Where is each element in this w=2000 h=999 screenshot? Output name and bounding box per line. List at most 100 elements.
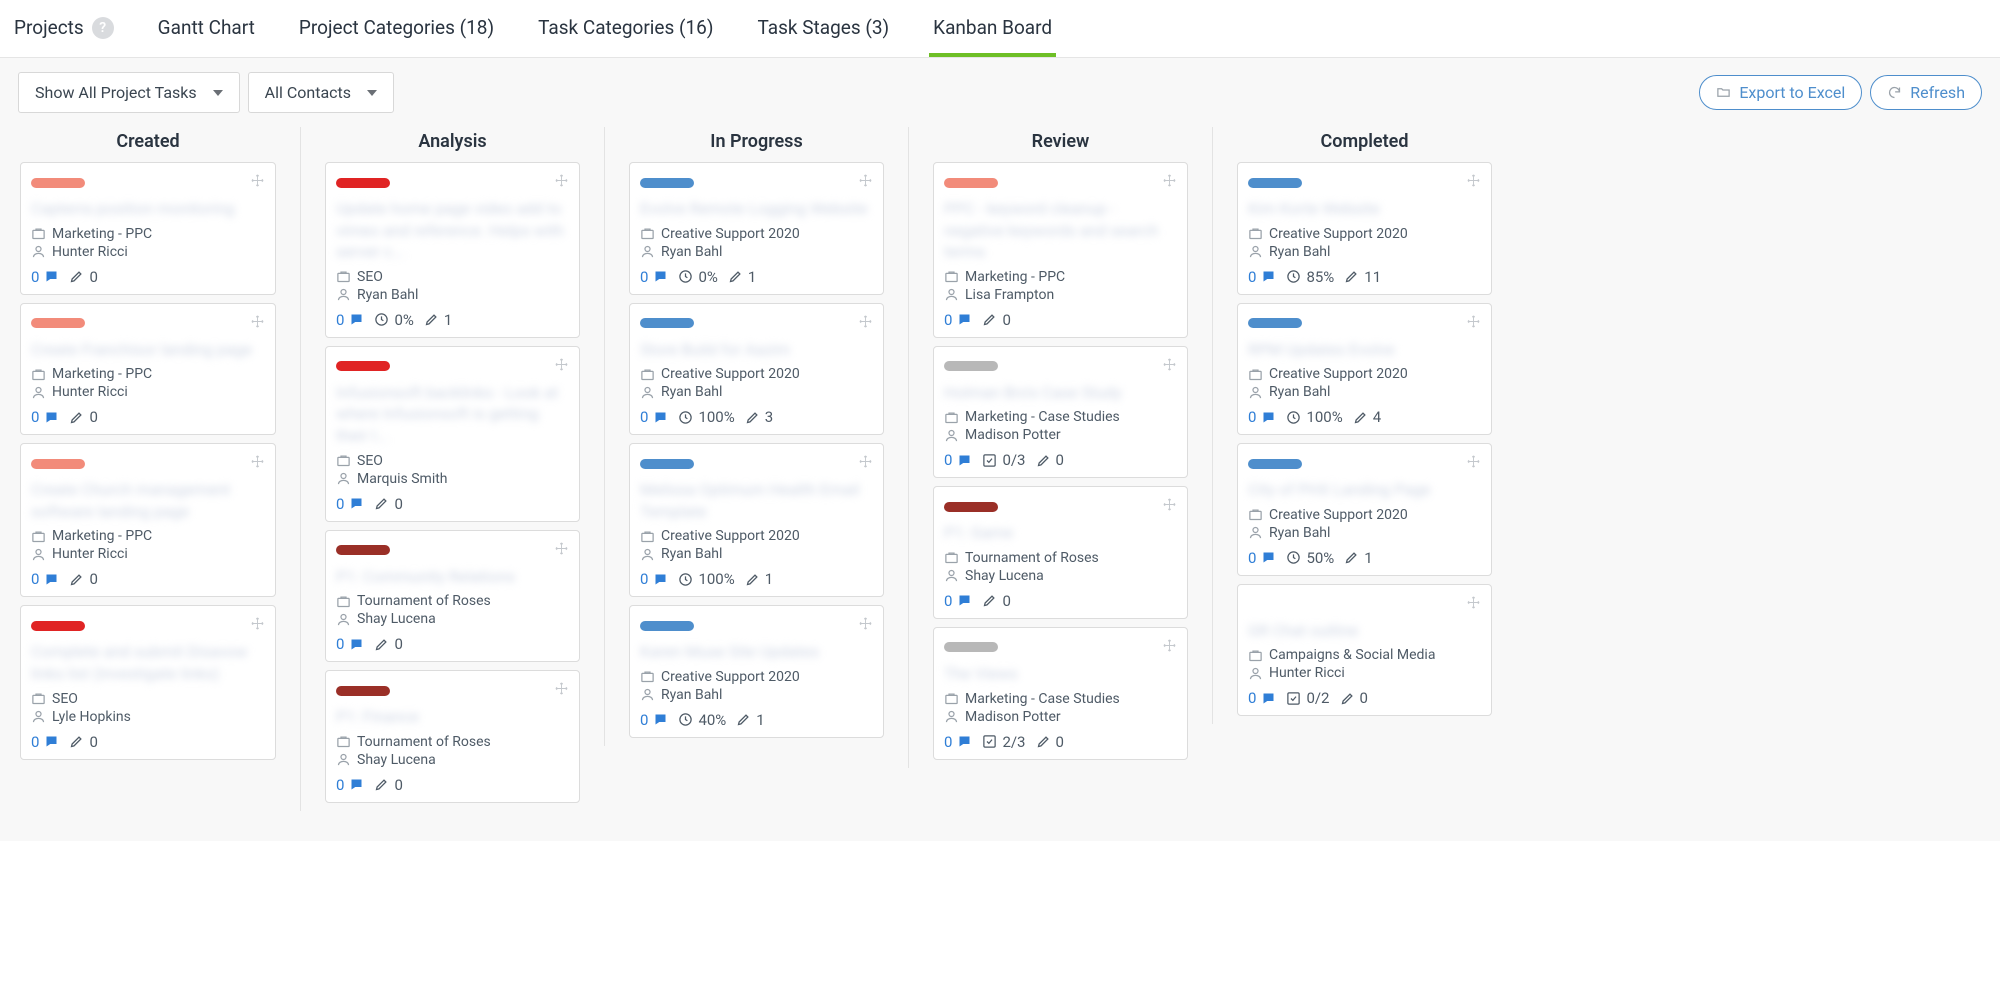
kanban-card[interactable]: Karen Muse Site UpdatesCreative Support … xyxy=(629,605,884,738)
comments-stat[interactable]: 0 xyxy=(1248,268,1276,286)
card-project: Marketing - PPC xyxy=(944,269,1177,285)
move-icon[interactable] xyxy=(1466,454,1481,473)
card-assignee: Ryan Bahl xyxy=(640,687,873,703)
move-icon[interactable] xyxy=(858,173,873,192)
tab-projects[interactable]: Projects ? xyxy=(10,0,118,57)
comments-stat[interactable]: 0 xyxy=(1248,689,1276,707)
comments-stat[interactable]: 0 xyxy=(1248,408,1276,426)
move-icon[interactable] xyxy=(554,541,569,560)
kanban-card[interactable]: Evolve Remote Logging WebsiteCreative Su… xyxy=(629,162,884,295)
card-project: SEO xyxy=(336,453,569,469)
comments-stat[interactable]: 0 xyxy=(31,570,59,588)
comments-stat[interactable]: 0 xyxy=(944,451,972,469)
move-icon[interactable] xyxy=(1162,638,1177,657)
kanban-card[interactable]: City of PHX Landing PageCreative Support… xyxy=(1237,443,1492,576)
kanban-card[interactable]: RPM Updates EvolveCreative Support 2020R… xyxy=(1237,303,1492,436)
move-icon[interactable] xyxy=(554,681,569,700)
card-stats: 0 0 xyxy=(336,635,569,653)
card-title: Capterra position monitoring xyxy=(31,198,265,220)
briefcase-icon xyxy=(944,410,959,425)
comments-stat[interactable]: 0 xyxy=(640,711,668,729)
comments-stat[interactable]: 0 xyxy=(336,635,364,653)
kanban-card[interactable]: Kim Korte WebsiteCreative Support 2020Ry… xyxy=(1237,162,1492,295)
comments-stat[interactable]: 0 xyxy=(640,408,668,426)
tab-task-stages[interactable]: Task Stages (3) xyxy=(753,0,893,57)
card-title: Create Church management software landin… xyxy=(31,479,265,522)
export-excel-button[interactable]: Export to Excel xyxy=(1699,75,1862,110)
move-icon[interactable] xyxy=(554,357,569,376)
kanban-card[interactable]: Create Franchisor landing pageMarketing … xyxy=(20,303,276,436)
kanban-card[interactable]: P1: GameTournament of RosesShay Lucena0 … xyxy=(933,486,1188,619)
card-project: Marketing - PPC xyxy=(31,528,265,544)
comments-stat[interactable]: 0 xyxy=(336,311,364,329)
kanban-card[interactable]: Capterra position monitoring Marketing - … xyxy=(20,162,276,295)
kanban-card[interactable]: Infusionsoft backlinks - Look at where I… xyxy=(325,346,580,522)
move-icon[interactable] xyxy=(1162,357,1177,376)
card-assignee: Marquis Smith xyxy=(336,471,569,487)
kanban-card[interactable]: The ViewsMarketing - Case StudiesMadison… xyxy=(933,627,1188,760)
tab-gantt[interactable]: Gantt Chart xyxy=(154,0,259,57)
comments-stat[interactable]: 0 xyxy=(31,733,59,751)
card-assignee: Hunter Ricci xyxy=(31,384,265,400)
move-icon[interactable] xyxy=(250,616,265,635)
comments-stat[interactable]: 0 xyxy=(640,268,668,286)
tab-project-categories[interactable]: Project Categories (18) xyxy=(295,0,498,57)
comments-stat[interactable]: 0 xyxy=(336,495,364,513)
move-icon[interactable] xyxy=(1162,497,1177,516)
comments-stat[interactable]: 0 xyxy=(1248,549,1276,567)
kanban-card[interactable]: PPC - keyword cleanup - negative keyword… xyxy=(933,162,1188,338)
filter-contacts-dropdown[interactable]: All Contacts xyxy=(248,72,394,113)
progress-stat: 0% xyxy=(374,311,413,329)
comments-stat[interactable]: 0 xyxy=(336,776,364,794)
card-title: Create Franchisor landing page xyxy=(31,339,265,361)
kanban-card[interactable]: Complete and submit Disavow links list (… xyxy=(20,605,276,759)
move-icon[interactable] xyxy=(858,454,873,473)
move-icon[interactable] xyxy=(858,314,873,333)
move-icon[interactable] xyxy=(1162,173,1177,192)
card-stats: 0 0/3 0 xyxy=(944,451,1177,469)
briefcase-icon xyxy=(31,529,46,544)
progress-stat: 100% xyxy=(678,570,734,588)
card-tag xyxy=(640,621,694,631)
comments-stat[interactable]: 0 xyxy=(31,408,59,426)
refresh-button[interactable]: Refresh xyxy=(1870,75,1982,110)
dropdown-label: Show All Project Tasks xyxy=(35,83,197,102)
card-tag xyxy=(944,178,998,188)
move-icon[interactable] xyxy=(1466,595,1481,614)
card-project: Marketing - PPC xyxy=(31,226,265,242)
move-icon[interactable] xyxy=(250,454,265,473)
chevron-down-icon xyxy=(367,90,377,96)
kanban-card[interactable]: GR Chat outlineCampaigns & Social MediaH… xyxy=(1237,584,1492,717)
card-assignee: Madison Potter xyxy=(944,709,1177,725)
comments-stat[interactable]: 0 xyxy=(944,592,972,610)
comments-stat[interactable]: 0 xyxy=(31,268,59,286)
button-label: Export to Excel xyxy=(1739,83,1845,102)
comments-stat[interactable]: 0 xyxy=(640,570,668,588)
card-project: Tournament of Roses xyxy=(336,593,569,609)
tab-kanban[interactable]: Kanban Board xyxy=(929,0,1056,57)
move-icon[interactable] xyxy=(858,616,873,635)
tab-task-categories[interactable]: Task Categories (16) xyxy=(534,0,717,57)
card-assignee: Shay Lucena xyxy=(336,611,569,627)
kanban-card[interactable]: Melissa Optimum Health Email TemplateCre… xyxy=(629,443,884,597)
comments-stat[interactable]: 0 xyxy=(944,311,972,329)
kanban-card[interactable]: Store Build for AazimCreative Support 20… xyxy=(629,303,884,436)
move-icon[interactable] xyxy=(250,173,265,192)
filter-tasks-dropdown[interactable]: Show All Project Tasks xyxy=(18,72,240,113)
move-icon[interactable] xyxy=(1466,314,1481,333)
move-icon[interactable] xyxy=(250,314,265,333)
briefcase-icon xyxy=(31,367,46,382)
user-icon xyxy=(1248,525,1263,540)
kanban-card[interactable]: Update home page video add to vimeo and … xyxy=(325,162,580,338)
comments-stat[interactable]: 0 xyxy=(944,733,972,751)
card-tag xyxy=(1248,178,1302,188)
help-icon[interactable]: ? xyxy=(92,17,114,39)
kanban-card[interactable]: P1: Community RelationsTournament of Ros… xyxy=(325,530,580,663)
user-icon xyxy=(944,709,959,724)
kanban-card[interactable]: P1: FinanceTournament of RosesShay Lucen… xyxy=(325,670,580,803)
kanban-card[interactable]: Holman Bro's Case StudyMarketing - Case … xyxy=(933,346,1188,479)
edits-stat: 1 xyxy=(424,311,452,329)
kanban-card[interactable]: Create Church management software landin… xyxy=(20,443,276,597)
move-icon[interactable] xyxy=(554,173,569,192)
move-icon[interactable] xyxy=(1466,173,1481,192)
